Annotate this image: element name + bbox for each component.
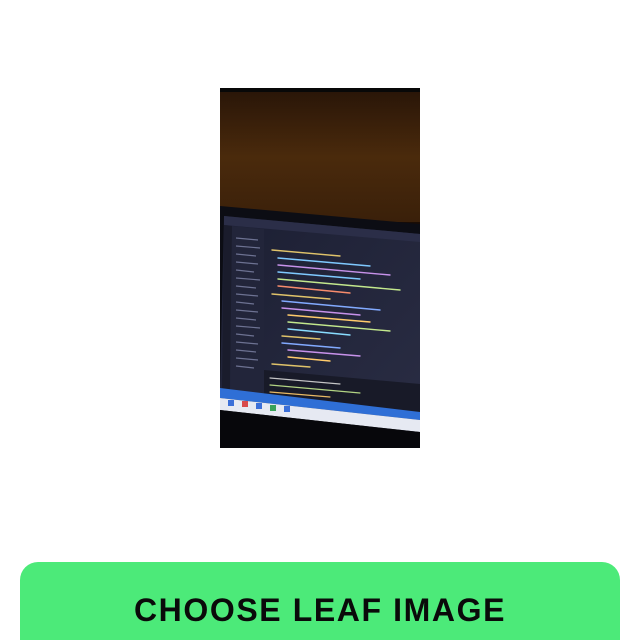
laptop-screen-photo	[220, 88, 420, 448]
app-screen: CHOOSE LEAF IMAGE	[0, 0, 640, 640]
choose-leaf-image-button[interactable]: CHOOSE LEAF IMAGE	[20, 562, 620, 640]
selected-image-preview	[220, 88, 420, 448]
choose-leaf-image-label: CHOOSE LEAF IMAGE	[133, 592, 507, 628]
